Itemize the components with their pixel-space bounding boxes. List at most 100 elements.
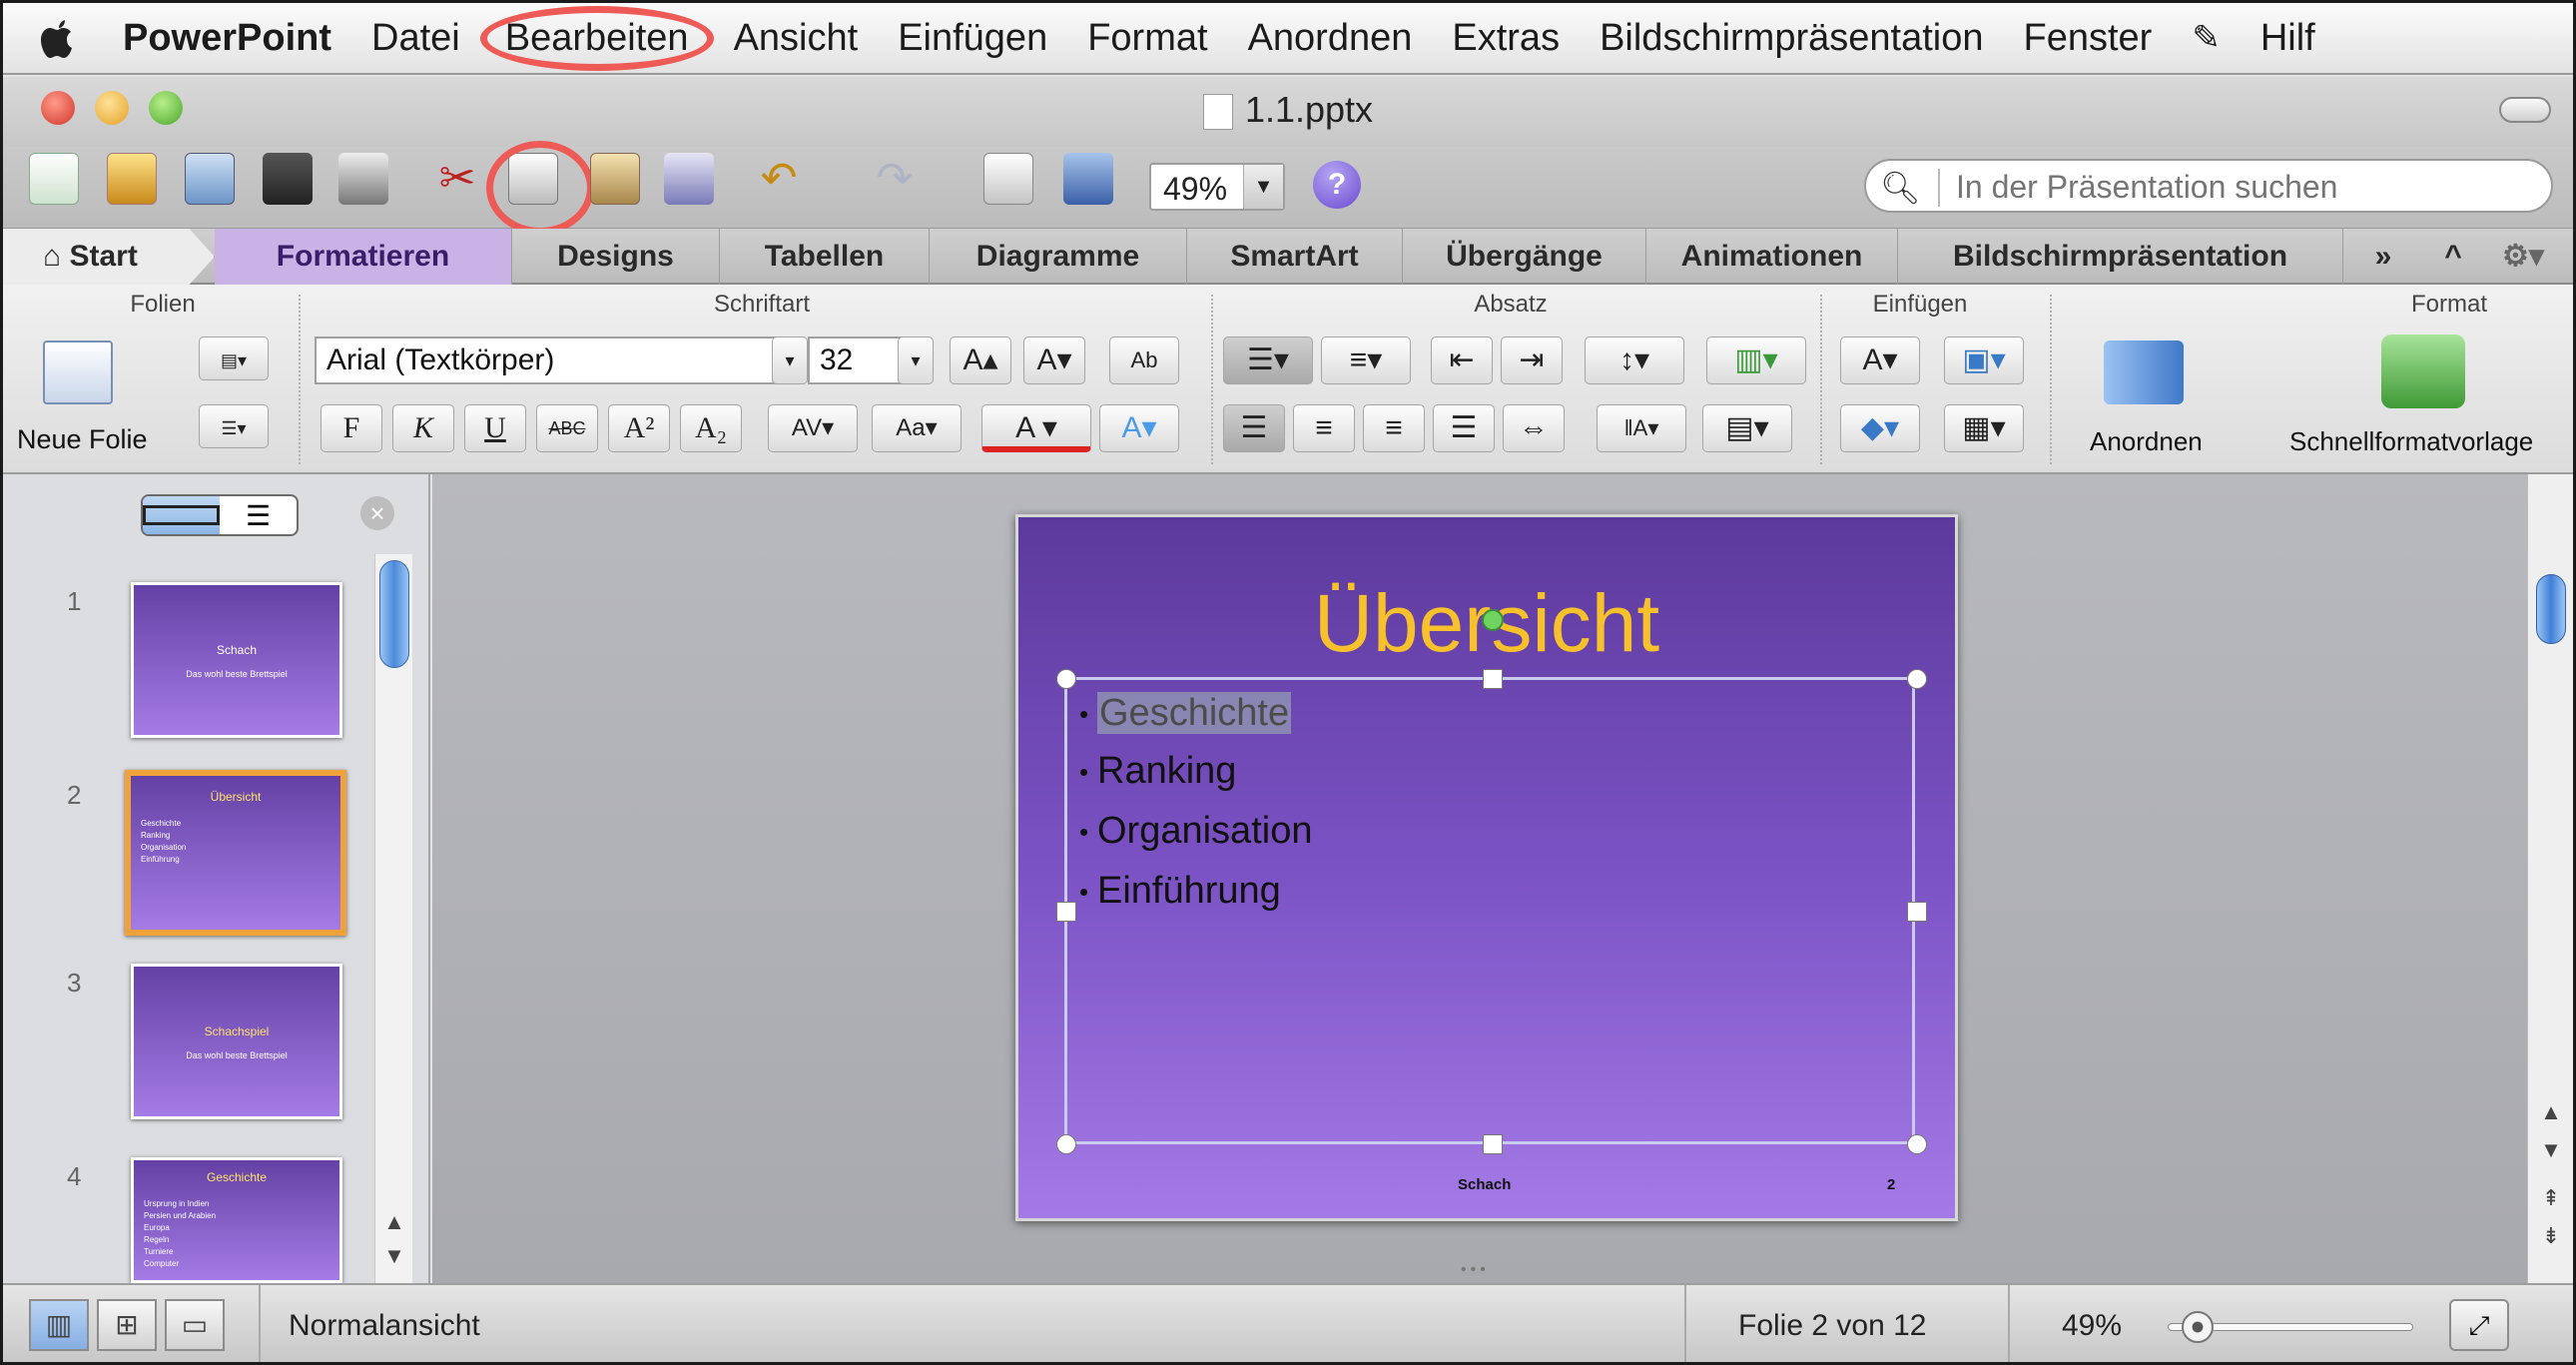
align-text-icon[interactable]: ▤▾ bbox=[1702, 404, 1792, 452]
fit-to-window-icon[interactable]: ⤢ bbox=[2449, 1299, 2509, 1351]
scroll-up-icon[interactable]: ▲ bbox=[375, 1209, 413, 1239]
align-center-icon[interactable]: ≡ bbox=[1293, 404, 1355, 452]
subscript-icon[interactable]: A₂ bbox=[680, 404, 742, 452]
menu-extras[interactable]: Extras bbox=[1432, 17, 1580, 60]
menu-format[interactable]: Format bbox=[1067, 17, 1227, 60]
zoom-slider-knob[interactable] bbox=[2182, 1311, 2214, 1343]
resize-handle[interactable] bbox=[1907, 669, 1927, 689]
resize-handle[interactable] bbox=[1483, 669, 1503, 689]
script-menu-icon[interactable]: ✎ bbox=[2172, 18, 2241, 58]
text-effects-icon[interactable]: A▾ bbox=[1099, 404, 1179, 452]
bullet-item[interactable]: • Einführung bbox=[1079, 870, 1281, 913]
save-icon[interactable] bbox=[263, 153, 313, 205]
scroll-down-icon[interactable]: ▼ bbox=[375, 1243, 413, 1273]
search-input[interactable] bbox=[1956, 167, 2535, 207]
resize-handle[interactable] bbox=[1056, 902, 1076, 922]
new-presentation-icon[interactable] bbox=[29, 153, 79, 205]
scroll-down-icon[interactable]: ▼ bbox=[2528, 1137, 2573, 1167]
increase-indent-icon[interactable]: ⇥ bbox=[1501, 337, 1563, 384]
quick-style-icon[interactable] bbox=[2381, 335, 2465, 408]
previous-slide-icon[interactable]: ⇞ bbox=[2528, 1185, 2573, 1215]
thumbnail-scrollbar[interactable]: ▲ ▼ bbox=[374, 554, 412, 1283]
slides-view-icon[interactable] bbox=[143, 496, 220, 534]
ribbon-settings-icon[interactable]: ⚙▾ bbox=[2483, 229, 2563, 285]
resize-handle[interactable] bbox=[1907, 902, 1927, 922]
insert-textbox-icon[interactable]: A▾ bbox=[1840, 337, 1920, 384]
new-slide-icon[interactable] bbox=[43, 341, 113, 404]
superscript-icon[interactable]: A² bbox=[608, 404, 670, 452]
scroll-up-icon[interactable]: ▲ bbox=[2528, 1099, 2573, 1129]
distribute-icon[interactable]: ⇔ bbox=[1503, 404, 1565, 452]
arrange-icon[interactable] bbox=[2104, 341, 2184, 404]
character-spacing-icon[interactable]: AV▾ bbox=[768, 404, 858, 452]
menu-app-name[interactable]: PowerPoint bbox=[113, 17, 351, 60]
rotation-handle[interactable] bbox=[1482, 609, 1504, 631]
menu-bearbeiten[interactable]: Bearbeiten bbox=[479, 5, 714, 71]
tab-uebergaenge[interactable]: Übergänge bbox=[1403, 229, 1646, 285]
slide-layout-icon[interactable] bbox=[983, 153, 1033, 205]
columns-icon[interactable]: ▥▾ bbox=[1706, 337, 1806, 384]
close-pane-icon[interactable]: × bbox=[360, 496, 394, 530]
bold-button[interactable]: F bbox=[321, 404, 382, 452]
justify-icon[interactable]: ☰ bbox=[1433, 404, 1495, 452]
editor-scrollbar[interactable]: ▲ ▼ ⇞ ⇟ bbox=[2527, 474, 2573, 1283]
menu-hilfe[interactable]: Hilf bbox=[2241, 17, 2335, 60]
grow-font-icon[interactable]: A▴ bbox=[950, 337, 1011, 384]
normal-view-icon[interactable]: ▥ bbox=[29, 1299, 89, 1351]
slide-thumbnail-1[interactable]: Schach Das wohl beste Brettspiel bbox=[131, 582, 342, 738]
undo-icon[interactable]: ↶ bbox=[754, 153, 804, 205]
redo-icon[interactable]: ↷ bbox=[870, 153, 920, 205]
bullet-item[interactable]: • Organisation bbox=[1079, 810, 1312, 853]
menu-fenster[interactable]: Fenster bbox=[2003, 17, 2172, 60]
tab-designs[interactable]: Designs bbox=[512, 229, 720, 285]
font-name-select[interactable]: Arial (Textkörper) bbox=[315, 337, 796, 384]
slide-layout-button[interactable]: ▤▾ bbox=[199, 337, 269, 380]
resize-handle[interactable] bbox=[1907, 1134, 1927, 1154]
cut-icon[interactable]: ✂ bbox=[432, 153, 482, 205]
slide-thumbnail-2[interactable]: Übersicht Geschichte Ranking Organisatio… bbox=[125, 770, 346, 936]
gallery-icon[interactable] bbox=[107, 153, 157, 205]
more-tabs-icon[interactable]: » bbox=[2343, 229, 2423, 285]
open-icon[interactable] bbox=[185, 153, 235, 205]
toolbar-toggle-button[interactable] bbox=[2499, 97, 2551, 123]
shrink-font-icon[interactable]: A▾ bbox=[1023, 337, 1085, 384]
insert-picture-icon[interactable]: ▣▾ bbox=[1944, 337, 2024, 384]
bullet-item[interactable]: • Geschichte bbox=[1079, 692, 1292, 735]
current-slide[interactable]: Übersicht •Geschichte •Ranking •Organisa… bbox=[1015, 514, 1958, 1221]
italic-button[interactable]: K bbox=[392, 404, 454, 452]
tab-smartart[interactable]: SmartArt bbox=[1187, 229, 1403, 285]
resize-handle[interactable] bbox=[1483, 1134, 1503, 1154]
splitter-handle[interactable]: ••• bbox=[1461, 1261, 1490, 1279]
font-color-icon[interactable]: A ▾ bbox=[981, 404, 1091, 452]
font-name-dropdown-icon[interactable]: ▾ bbox=[772, 337, 808, 384]
bullet-item[interactable]: • Ranking bbox=[1079, 750, 1236, 793]
slide-thumbnail-3[interactable]: Schachspiel Das wohl beste Brettspiel bbox=[131, 964, 342, 1119]
resize-handle[interactable] bbox=[1056, 669, 1076, 689]
align-left-icon[interactable]: ☰ bbox=[1223, 404, 1285, 452]
slide-sorter-icon[interactable]: ⊞ bbox=[97, 1299, 157, 1351]
new-slide-button[interactable]: Neue Folie bbox=[17, 424, 148, 455]
bullets-icon[interactable]: ☰▾ bbox=[1223, 337, 1313, 384]
content-textbox[interactable]: • Geschichte • Ranking • Organisation • Einf… bbox=[1056, 669, 1927, 1154]
tab-start[interactable]: ⌂ Start bbox=[3, 229, 215, 285]
strikethrough-button[interactable]: ABC bbox=[536, 404, 598, 452]
scroll-thumb[interactable] bbox=[2536, 574, 2566, 644]
tab-tabellen[interactable]: Tabellen bbox=[720, 229, 930, 285]
font-size-select[interactable]: 32 bbox=[808, 337, 908, 384]
collapse-ribbon-icon[interactable]: ^ bbox=[2423, 229, 2483, 285]
resize-handle[interactable] bbox=[1056, 1134, 1076, 1154]
pane-view-toggle[interactable]: ☰ bbox=[141, 494, 299, 536]
text-direction-icon[interactable]: ‖A▾ bbox=[1597, 404, 1686, 452]
insert-media-icon[interactable]: ▦▾ bbox=[1944, 404, 2024, 452]
menu-ansicht[interactable]: Ansicht bbox=[714, 17, 879, 60]
align-right-icon[interactable]: ≡ bbox=[1363, 404, 1425, 452]
menu-einfuegen[interactable]: Einfügen bbox=[878, 17, 1067, 60]
outline-view-icon[interactable]: ☰ bbox=[220, 496, 297, 534]
line-spacing-icon[interactable]: ↕▾ bbox=[1585, 337, 1684, 384]
print-icon[interactable] bbox=[338, 153, 388, 205]
tab-diagramme[interactable]: Diagramme bbox=[930, 229, 1187, 285]
insert-shape-icon[interactable]: ◆▾ bbox=[1840, 404, 1920, 452]
scroll-thumb[interactable] bbox=[379, 560, 409, 668]
numbering-icon[interactable]: ≡▾ bbox=[1321, 337, 1411, 384]
arrange-button[interactable]: Anordnen bbox=[2090, 426, 2203, 457]
